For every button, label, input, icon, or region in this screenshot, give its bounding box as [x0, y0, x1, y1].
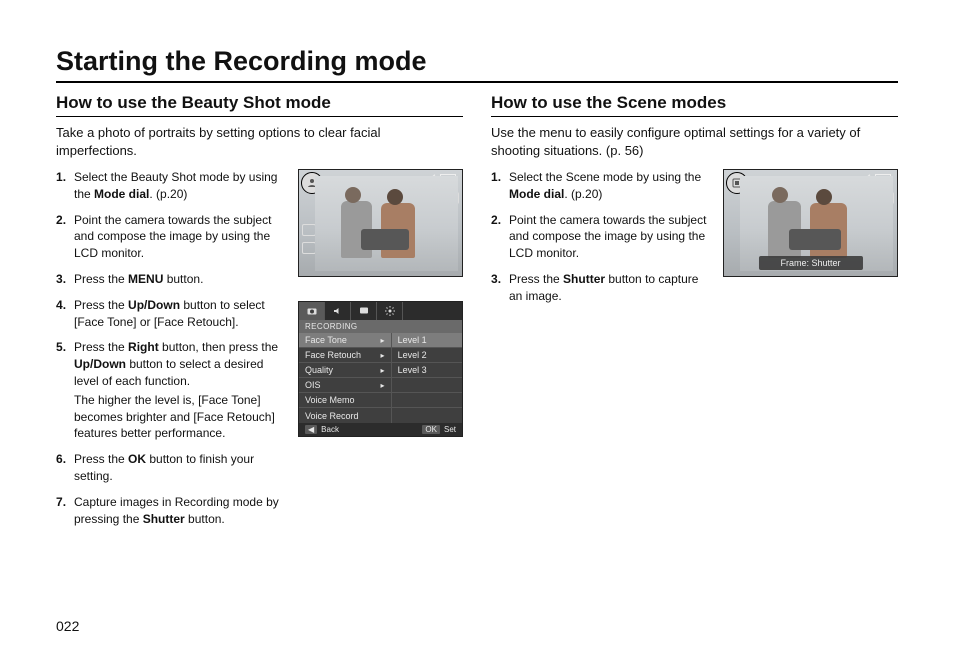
beauty-shot-steps: Select the Beauty Shot mode by using the… [56, 169, 286, 536]
step-2: Point the camera towards the subject and… [56, 212, 286, 262]
menu-item-ois: OIS▸ [299, 378, 391, 393]
menu-tab-sound [325, 302, 351, 320]
menu-item-voice-record: Voice Record [299, 408, 391, 423]
menu-tab-display [351, 302, 377, 320]
scene-modes-heading: How to use the Scene modes [491, 93, 898, 117]
menu-level-empty [392, 393, 462, 408]
ok-glyph-icon: OK [422, 425, 440, 434]
chevron-right-icon: ▸ [381, 351, 385, 360]
step-3: Press the Shutter button to capture an i… [491, 271, 711, 305]
chevron-right-icon: ▸ [381, 381, 385, 390]
step-6: Press the OK button to finish your setti… [56, 451, 286, 485]
step-4: Press the Up/Down button to select [Face… [56, 297, 286, 331]
chevron-right-icon: ▸ [381, 336, 385, 345]
content-columns: How to use the Beauty Shot mode Take a p… [56, 93, 898, 536]
menu-tab-settings [377, 302, 403, 320]
page-title: Starting the Recording mode [56, 46, 898, 83]
menu-level-empty [392, 408, 462, 423]
step-5: Press the Right button, then press the U… [56, 339, 286, 442]
scene-modes-steps: Select the Scene mode by using the Mode … [491, 169, 711, 314]
beauty-shot-preview: 1 [298, 169, 463, 277]
menu-section-label: RECORDING [299, 320, 462, 333]
beauty-shot-lead: Take a photo of portraits by setting opt… [56, 124, 463, 159]
menu-level-empty [392, 378, 462, 393]
step-2: Point the camera towards the subject and… [491, 212, 711, 262]
face-tone-icon [302, 224, 316, 236]
step-1: Select the Beauty Shot mode by using the… [56, 169, 286, 203]
menu-back-hint: ◀Back [305, 425, 339, 434]
menu-item-voice-memo: Voice Memo [299, 393, 391, 408]
chevron-right-icon: ▸ [381, 366, 385, 375]
step-7: Capture images in Recording mode by pres… [56, 494, 286, 528]
menu-level-1: Level 1 [392, 333, 462, 348]
scene-mode-preview: 1 Frame: Shutter [723, 169, 898, 277]
menu-level-2: Level 2 [392, 348, 462, 363]
menu-tab-camera [299, 302, 325, 320]
beauty-shot-heading: How to use the Beauty Shot mode [56, 93, 463, 117]
menu-item-quality: Quality▸ [299, 363, 391, 378]
right-column: How to use the Scene modes Use the menu … [491, 93, 898, 536]
menu-item-face-retouch: Face Retouch▸ [299, 348, 391, 363]
face-retouch-icon [302, 242, 316, 254]
menu-level-3: Level 3 [392, 363, 462, 378]
back-glyph-icon: ◀ [305, 425, 317, 434]
left-column: How to use the Beauty Shot mode Take a p… [56, 93, 463, 536]
step-1: Select the Scene mode by using the Mode … [491, 169, 711, 203]
menu-item-face-tone: Face Tone▸ [299, 333, 391, 348]
recording-menu: RECORDING Face Tone▸ Face Retouch▸ Quali… [298, 301, 463, 437]
scene-modes-lead: Use the menu to easily configure optimal… [491, 124, 898, 159]
scene-frame-label: Frame: Shutter [758, 256, 862, 270]
step-3: Press the MENU button. [56, 271, 286, 288]
page-number: 022 [56, 618, 79, 634]
menu-set-hint: OKSet [422, 425, 456, 434]
